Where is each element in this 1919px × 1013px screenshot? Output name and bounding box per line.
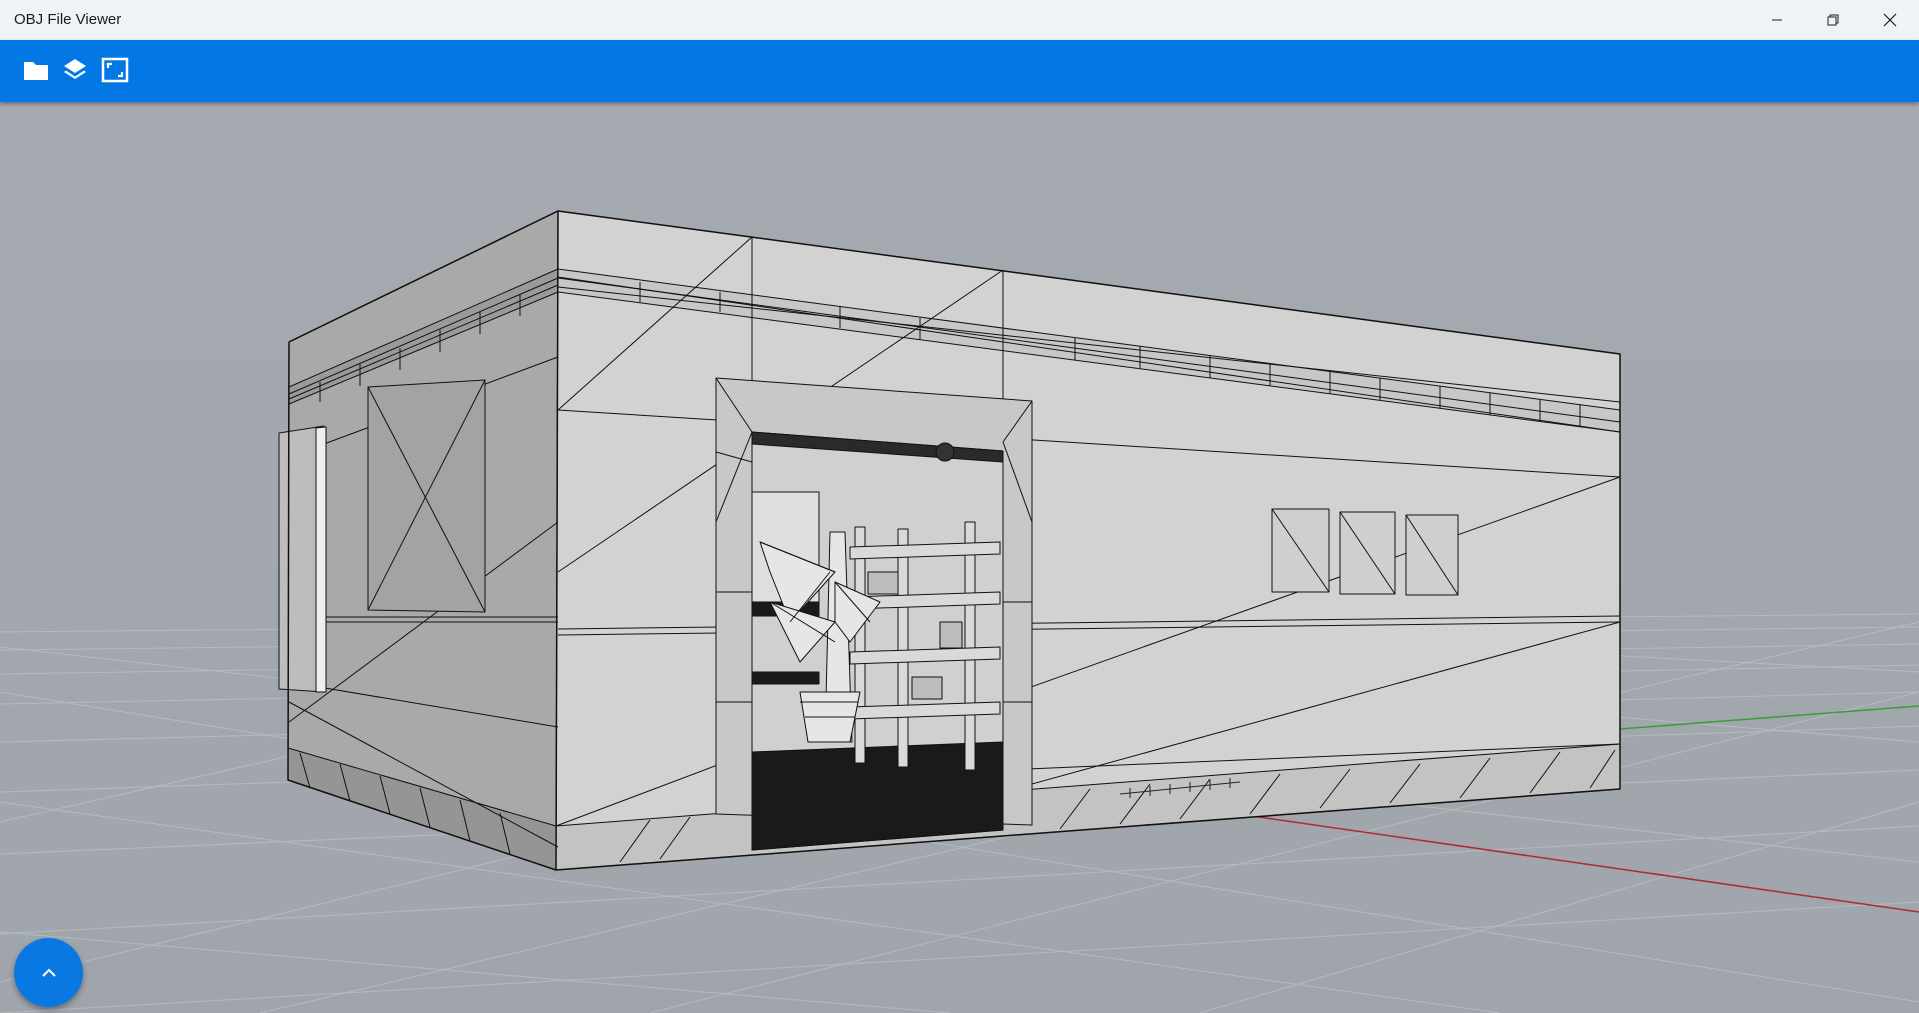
folder-icon	[24, 62, 48, 80]
toolbar	[0, 40, 1919, 102]
scene-canvas	[0, 102, 1919, 1013]
close-icon	[1883, 13, 1897, 27]
restore-button[interactable]	[1805, 0, 1861, 40]
layers-icon	[64, 59, 86, 79]
restore-icon	[1827, 14, 1839, 26]
minimize-icon	[1772, 19, 1782, 21]
chevron-up-icon	[41, 968, 56, 977]
title-bar: OBJ File Viewer	[0, 0, 1919, 40]
close-button[interactable]	[1862, 0, 1918, 40]
minimize-button[interactable]	[1749, 0, 1805, 40]
fit-view-button[interactable]	[97, 50, 133, 90]
model-viewport[interactable]	[0, 102, 1919, 1013]
expand-panel-button[interactable]	[14, 938, 83, 1007]
app-window: OBJ File Viewer	[0, 0, 1919, 1013]
fit-view-icon	[101, 57, 129, 83]
open-file-button[interactable]	[18, 50, 54, 90]
layers-button[interactable]	[57, 50, 93, 90]
window-title: OBJ File Viewer	[14, 11, 122, 28]
